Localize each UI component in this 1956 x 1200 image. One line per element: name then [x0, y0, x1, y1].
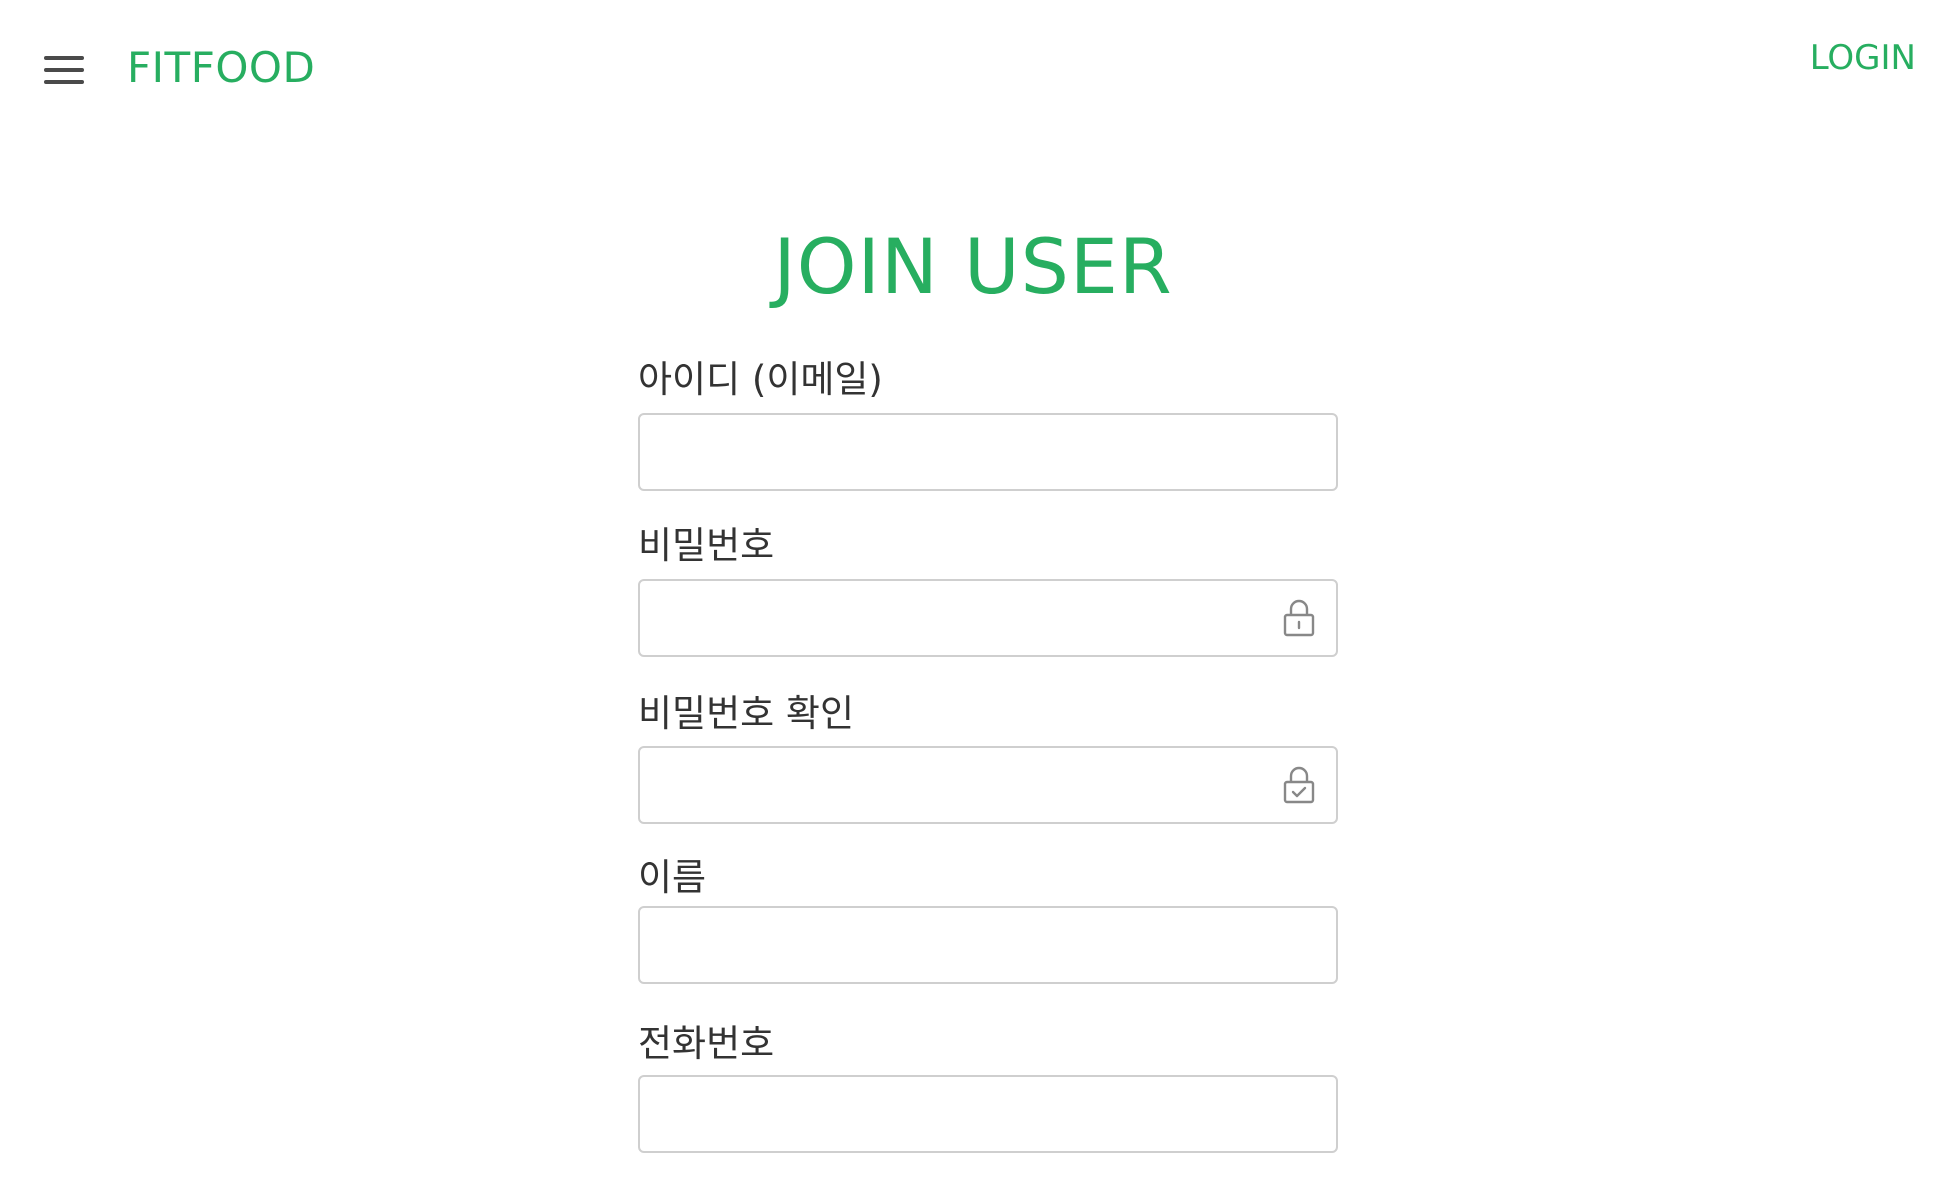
password-label: 비밀번호	[638, 524, 775, 567]
phone-label: 전화번호	[638, 1022, 775, 1065]
email-field[interactable]	[638, 413, 1338, 491]
password-confirm-field-wrapper	[638, 746, 1338, 824]
lock-check-icon	[1283, 766, 1315, 804]
menu-bar	[44, 68, 84, 72]
page-title: JOIN USER	[773, 222, 1173, 311]
hamburger-menu-icon[interactable]	[40, 50, 88, 90]
password-confirm-label: 비밀번호 확인	[638, 692, 855, 735]
name-label: 이름	[638, 856, 707, 899]
phone-field[interactable]	[638, 1075, 1338, 1153]
brand-logo[interactable]: FITFOOD	[127, 42, 315, 94]
name-field-wrapper	[638, 906, 1338, 984]
password-field[interactable]	[638, 579, 1338, 657]
email-field-wrapper	[638, 413, 1338, 491]
lock-icon	[1283, 599, 1315, 637]
menu-bar	[44, 80, 84, 84]
login-link[interactable]: LOGIN	[1810, 36, 1916, 80]
name-field[interactable]	[638, 906, 1338, 984]
join-page: FITFOOD LOGIN JOIN USER 아이디 (이메일) 비밀번호 비…	[0, 0, 1956, 1200]
menu-bar	[44, 56, 84, 60]
email-label: 아이디 (이메일)	[638, 358, 883, 401]
top-navbar: FITFOOD LOGIN	[0, 0, 1956, 140]
phone-field-wrapper	[638, 1075, 1338, 1153]
password-confirm-field[interactable]	[638, 746, 1338, 824]
password-field-wrapper	[638, 579, 1338, 657]
